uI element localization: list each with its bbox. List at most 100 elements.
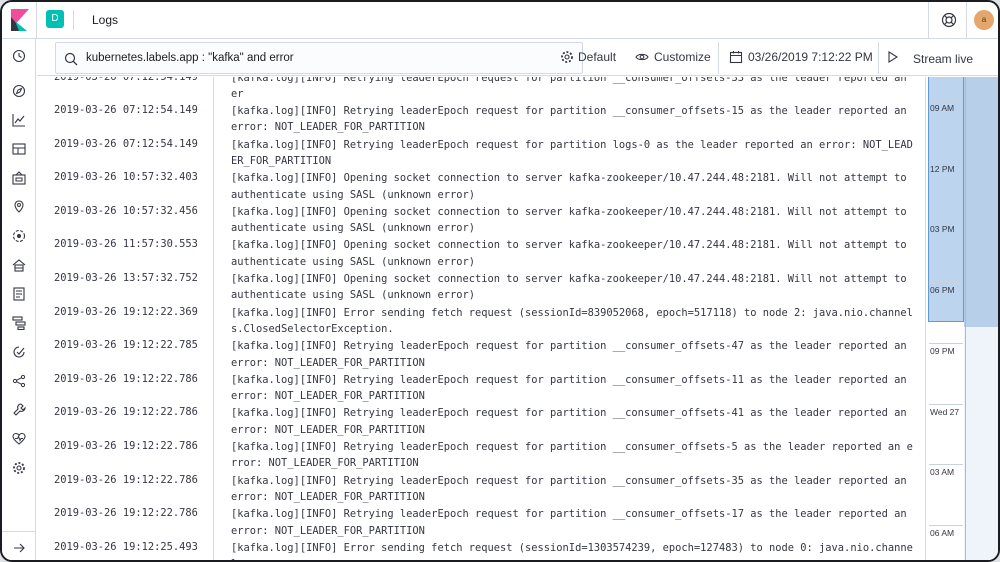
customize-button[interactable]: Customize xyxy=(654,50,711,64)
minimap-time-label: 09 AM xyxy=(930,103,955,113)
minimap-tick xyxy=(929,403,963,405)
log-message: [kafka.log][INFO] Retrying leaderEpoch r… xyxy=(231,407,907,436)
log-timestamp: 2019-03-26 10:57:32.403 xyxy=(54,171,198,184)
log-message: [kafka.log][INFO] Retrying leaderEpoch r… xyxy=(231,373,907,403)
minimap-divider xyxy=(965,77,966,560)
log-minimap[interactable]: 09 AM 12 PM 03 PM 06 PM 09 PM Wed 27 03 AM 06 A… xyxy=(925,77,998,560)
visualize-icon[interactable] xyxy=(12,113,26,127)
stream-live-label: Stream live xyxy=(913,52,974,66)
minimap-tick xyxy=(929,160,963,162)
play-icon xyxy=(886,50,900,64)
minimap-tick xyxy=(929,524,963,526)
log-message: [kafka.log][INFO] Retrying leaderEpoch r… xyxy=(231,508,907,537)
space-avatar[interactable]: D xyxy=(46,10,64,28)
log-row[interactable]: 2019-03-26 13:57:32.752 [kafka.log][INFO]… xyxy=(37,271,925,305)
stream-live-button[interactable]: Stream live xyxy=(878,42,983,74)
default-view-button[interactable]: Default xyxy=(578,50,616,64)
log-timestamp: 2019-03-26 19:12:25.493 xyxy=(54,540,198,553)
sidebar-divider xyxy=(2,531,36,532)
minimap-tick xyxy=(929,464,963,466)
maps-icon[interactable] xyxy=(12,200,26,214)
app-window: D Logs a kubernetes.labels.app: "kafka"… xyxy=(0,0,1000,562)
search-query-text: kubernetes.labels.app : "kafka" and erro… xyxy=(86,52,294,64)
monitoring-icon[interactable] xyxy=(12,432,26,446)
log-timestamp: 2019-03-26 19:12:22.786 xyxy=(54,473,198,486)
dev-tools-icon[interactable] xyxy=(12,403,26,417)
apm-icon[interactable] xyxy=(12,316,26,330)
log-row[interactable]: 2019-03-26 19:12:22.786 [kafka.log][INFO]… xyxy=(37,439,925,473)
management-icon[interactable] xyxy=(12,461,26,475)
log-row[interactable]: 2019-03-26 19:12:22.369 [kafka.log][INFO]… xyxy=(37,305,925,339)
log-row[interactable]: 2019-03-26 07:12:54.149 [kafka.log][INFO]… xyxy=(37,137,925,171)
log-row-partial: 2019-03-26 07:12:54.149 [kafka.log][INFO… xyxy=(37,77,925,104)
date-picker[interactable]: 03/26/2019 7:12:22 PM xyxy=(718,42,878,74)
minimap-tick xyxy=(929,282,963,284)
log-timestamp: 2019-03-26 19:12:22.369 xyxy=(54,305,198,318)
minimap-time-label: 06 AM xyxy=(930,527,955,538)
logs-icon[interactable] xyxy=(12,287,26,301)
header-divider xyxy=(928,2,929,39)
log-message: [kafka.log][INFO] Error sending fetch re… xyxy=(231,541,913,560)
log-timestamp: 2019-03-26 10:57:32.456 xyxy=(54,204,198,217)
minimap-time-label: 06 PM xyxy=(930,285,955,296)
kibana-logo-icon[interactable] xyxy=(11,9,29,31)
header-divider xyxy=(966,2,967,39)
ml-icon[interactable] xyxy=(12,229,26,243)
logs-toolbar: kubernetes.labels.app : "kafka" and erro… xyxy=(37,40,998,76)
log-row[interactable]: 2019-03-26 19:12:22.785 [kafka.log][INFO]… xyxy=(37,338,925,372)
search-input[interactable]: kubernetes.labels.app : "kafka" and erro… xyxy=(55,42,583,74)
log-timestamp: 2019-03-26 19:12:22.786 xyxy=(54,440,198,452)
infrastructure-icon[interactable] xyxy=(12,258,26,272)
recently-viewed-icon[interactable] xyxy=(12,49,26,63)
minimap-time-label: 12 PM xyxy=(930,163,955,174)
log-timestamp: 2019-03-26 19:12:22.786 xyxy=(54,507,198,520)
top-header: D Logs a xyxy=(2,2,998,39)
log-row[interactable]: 2019-03-26 19:12:22.786 [kafka.log][INFO]… xyxy=(37,506,925,540)
log-message: [kafka.log][INFO] Retrying leaderEpoch r… xyxy=(231,340,907,369)
minimap-tick xyxy=(929,342,963,344)
canvas-icon[interactable] xyxy=(12,171,26,185)
dashboard-icon[interactable] xyxy=(12,142,26,156)
gear-icon xyxy=(560,50,574,64)
search-icon xyxy=(64,52,78,66)
uptime-icon[interactable] xyxy=(12,345,26,359)
log-timestamp: 2019-03-26 11:57:30.553 xyxy=(54,238,198,251)
graph-icon[interactable] xyxy=(12,374,26,388)
minimap-density-bar xyxy=(964,77,998,327)
log-message: [kafka.log][INFO] Opening socket connect… xyxy=(231,273,907,302)
help-icon[interactable] xyxy=(941,12,957,28)
log-timestamp: 2019-03-26 07:12:54.149 xyxy=(54,77,198,83)
log-message: [kafka.log][INFO] Opening socket connect… xyxy=(231,172,907,201)
minimap-tick xyxy=(929,100,963,101)
log-message: [kafka.log][INFO] Error sending fetch re… xyxy=(231,306,913,335)
log-row[interactable]: 2019-03-26 19:12:25.493 [kafka.log][INFO]… xyxy=(37,540,925,560)
log-row[interactable]: 2019-03-26 19:12:22.786 [kafka.log][INFO]… xyxy=(37,473,925,507)
log-timestamp: 2019-03-26 19:12:22.786 xyxy=(54,406,198,419)
user-avatar[interactable]: a xyxy=(974,10,994,30)
log-message: [kafka.log][INFO] Retrying leaderEpoch r… xyxy=(231,105,907,134)
log-stream[interactable]: 2019-03-26 07:12:54.149 [kafka.log][INFO… xyxy=(37,77,925,560)
log-message: [kafka.log][INFO] Opening socket connect… xyxy=(231,205,907,235)
minimap-time-label: 09 PM xyxy=(930,345,955,356)
log-message: [kafka.log][INFO] Retrying leaderEpoch r… xyxy=(231,77,907,101)
log-timestamp: 2019-03-26 19:12:22.786 xyxy=(54,372,198,385)
minimap-time-label: 03 PM xyxy=(930,224,955,235)
log-timestamp: 2019-03-26 07:12:54.149 xyxy=(54,104,198,116)
collapse-icon[interactable] xyxy=(12,541,26,555)
log-message: [kafka.log][INFO] Retrying leaderEpoch r… xyxy=(231,138,913,167)
header-divider xyxy=(73,10,74,30)
page-title: Logs xyxy=(92,13,119,27)
log-row[interactable]: 2019-03-26 07:12:54.149 [kafka.log][INFO]… xyxy=(37,103,925,137)
log-timestamp: 2019-03-26 07:12:54.149 xyxy=(54,137,198,150)
discover-icon[interactable] xyxy=(12,84,26,98)
log-row[interactable]: 2019-03-26 19:12:22.786 [kafka.log][INFO]… xyxy=(37,405,925,439)
log-message: [kafka.log][INFO] Opening socket connect… xyxy=(231,239,907,268)
minimap-time-label: 03 AM xyxy=(930,467,955,478)
log-message: [kafka.log][INFO] Retrying leaderEpoch r… xyxy=(231,474,907,503)
log-row[interactable]: 2019-03-26 11:57:30.553 [kafka.log][INFO]… xyxy=(37,237,925,271)
log-timestamp: 2019-03-26 13:57:32.752 xyxy=(54,272,198,284)
log-row[interactable]: 2019-03-26 19:12:22.786 [kafka.log][INFO]… xyxy=(37,372,925,406)
log-row[interactable]: 2019-03-26 10:57:32.456 [kafka.log][INFO]… xyxy=(37,204,925,238)
log-row[interactable]: 2019-03-26 10:57:32.403 [kafka.log][INFO]… xyxy=(37,170,925,204)
eye-icon xyxy=(635,50,649,64)
